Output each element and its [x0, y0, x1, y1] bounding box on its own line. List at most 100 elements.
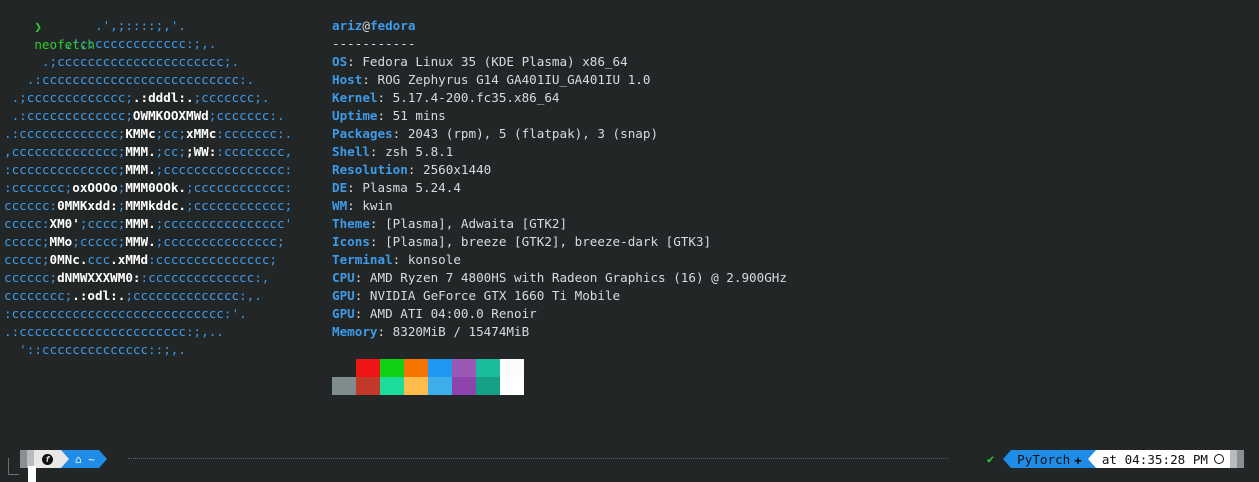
- segment-start-arrow-icon: [1003, 450, 1012, 468]
- color-palette: [332, 359, 524, 395]
- info-value: 5.17.4-200.fc35.x86_64: [392, 90, 560, 105]
- logo-fragment: cccccc:: [4, 198, 58, 213]
- logo-fragment: 0MMKxdd:: [57, 198, 118, 213]
- fedora-icon: f: [42, 453, 53, 465]
- info-row: Kernel: 5.17.4-200.fc35.x86_64: [332, 89, 787, 107]
- info-key-separator: :: [377, 108, 393, 123]
- logo-fragment: ;cccc;: [79, 216, 126, 231]
- hostname: fedora: [369, 18, 416, 33]
- system-info: ariz@fedora ----------- OS: Fedora Linux…: [332, 17, 787, 341]
- logo-fragment: .:cccccccccccccccccccccccccc:.: [4, 72, 255, 87]
- info-key: Host: [332, 72, 363, 87]
- logo-fragment: .;ccccccccccccc;: [4, 90, 133, 105]
- info-key-separator: :: [354, 270, 370, 285]
- info-key: Uptime: [332, 108, 378, 123]
- logo-line: ccccc:XM0';cccc;MMM.;cccccccccccccccc': [4, 215, 292, 233]
- logo-fragment: 0MNc.: [49, 252, 88, 267]
- info-row: OS: Fedora Linux 35 (KDE Plasma) x86_64: [332, 53, 787, 71]
- color-swatch: [500, 359, 524, 377]
- logo-fragment: cccccccc;: [4, 288, 73, 303]
- color-swatch: [404, 377, 428, 395]
- info-key-separator: :: [369, 234, 386, 249]
- logo-fragment: .:ccccccccccccc;: [4, 126, 126, 141]
- logo-fragment: .:odl:.: [72, 288, 126, 303]
- info-key-separator: :: [347, 198, 363, 213]
- info-value: 8320MiB / 15474MiB: [392, 324, 530, 339]
- info-value: AMD ATI 04:00.0 Renoir: [369, 306, 537, 321]
- info-row: Resolution: 2560x1440: [332, 161, 787, 179]
- logo-fragment: '::cccccccccccccc::;,.: [4, 342, 186, 357]
- logo-fragment: .',;::::;,'.: [4, 18, 186, 33]
- powerline-prompt: f ⌂ ~ ✔ PyTorch ✚ at 04:35:28 PM: [0, 450, 1259, 468]
- info-key: Kernel: [332, 90, 378, 105]
- logo-fragment: ;WW:: [186, 144, 217, 159]
- info-row: Icons: [Plasma], breeze [GTK2], breeze-d…: [332, 233, 787, 251]
- logo-fragment: ;ccccccc;.: [193, 90, 270, 105]
- info-row: GPU: NVIDIA GeForce GTX 1660 Ti Mobile: [332, 287, 787, 305]
- logo-fragment: .xMMd: [110, 252, 149, 267]
- user-host-line: ariz@fedora: [332, 17, 787, 35]
- logo-fragment: :cccccccccccccccccccccccccccc:'.: [4, 306, 247, 321]
- info-row: Packages: 2043 (rpm), 5 (flatpak), 3 (sn…: [332, 125, 787, 143]
- logo-line: .:ccccccccccccc;KMMc;cc;xMMc:ccccccc:.: [4, 125, 292, 143]
- info-value: AMD Ryzen 7 4800HS with Radeon Graphics …: [369, 270, 787, 285]
- info-row: Memory: 8320MiB / 15474MiB: [332, 323, 787, 341]
- logo-fragment: XM0': [49, 216, 80, 231]
- info-value: zsh 5.8.1: [385, 144, 454, 159]
- logo-fragment: ;ccccc;: [72, 234, 126, 249]
- conda-env-segment: PyTorch ✚: [1011, 450, 1088, 468]
- logo-line: ccccc;0MNc.ccc.xMMd:ccccccccccccccc;: [4, 251, 292, 269]
- logo-fragment: ;ccccccccccccccc;: [155, 234, 285, 249]
- os-segment: f: [34, 450, 61, 468]
- logo-fragment: :ccccccc;: [4, 180, 73, 195]
- username: ariz: [332, 18, 363, 33]
- info-row: WM: kwin: [332, 197, 787, 215]
- info-key: Icons: [332, 234, 370, 249]
- logo-line: .:ccccccccccccc;OWMKOOXMWd;ccccccc:.: [4, 107, 292, 125]
- separator-line: -----------: [332, 36, 416, 51]
- logo-fragment: ccc: [87, 252, 111, 267]
- info-key-separator: :: [392, 126, 408, 141]
- info-key: WM: [332, 198, 348, 213]
- logo-fragment: cccccc;: [4, 270, 58, 285]
- info-value: 2560x1440: [423, 162, 492, 177]
- info-row: Terminal: konsole: [332, 251, 787, 269]
- time-segment: at 04:35:28 PM: [1095, 450, 1230, 468]
- color-swatch: [476, 377, 500, 395]
- logo-fragment: ,cccccccccccccc;: [4, 144, 126, 159]
- logo-fragment: .:cccccccccccccccccccccc:;,..: [4, 324, 224, 339]
- clock-icon: [1214, 454, 1224, 464]
- logo-line: :cccccccccccccc;MMM.;cccccccccccccccc:: [4, 161, 292, 179]
- logo-fragment: MMM.: [125, 162, 156, 177]
- color-swatch: [452, 377, 476, 395]
- info-key-separator: :: [347, 180, 363, 195]
- logo-fragment: MMW.: [125, 234, 156, 249]
- terminal-window[interactable]: ❯ neofetch .',;::::;,'. .';:cccccccccccc…: [0, 0, 1259, 482]
- info-value: 51 mins: [392, 108, 446, 123]
- logo-fragment: KMMc: [125, 126, 156, 141]
- logo-line: :ccccccc;oxOOOo;MMM0OOk.;cccccccccccc:: [4, 179, 292, 197]
- color-swatch: [380, 377, 404, 395]
- info-value: [Plasma], breeze [GTK2], breeze-dark [GT…: [385, 234, 712, 249]
- logo-fragment: :ccccccccccccccc;: [148, 252, 277, 267]
- info-key-separator: :: [377, 90, 393, 105]
- logo-line: ,cccccccccccccc;MMM.;cc;;WW::cccccccc,: [4, 143, 292, 161]
- logo-fragment: MMM0OOk.: [125, 180, 187, 195]
- logo-fragment: OWMKOOXMWd: [132, 108, 209, 123]
- info-row: Uptime: 51 mins: [332, 107, 787, 125]
- logo-line: .',;::::;,'.: [4, 17, 292, 35]
- text-cursor[interactable]: [28, 466, 36, 482]
- palette-row-normal: [332, 359, 524, 377]
- logo-fragment: ;ccccccc:.: [208, 108, 285, 123]
- color-swatch: [428, 377, 452, 395]
- info-key-separator: :: [347, 54, 363, 69]
- info-key: DE: [332, 180, 348, 195]
- info-value: [Plasma], Adwaita [GTK2]: [385, 216, 568, 231]
- info-key: CPU: [332, 270, 355, 285]
- logo-line: .:cccccccccccccccccccccccccc:.: [4, 71, 292, 89]
- logo-fragment: ;cc;: [155, 126, 187, 141]
- logo-fragment: :ccccccc:.: [216, 126, 293, 141]
- info-row: Host: ROG Zephyrus G14 GA401IU_GA401IU 1…: [332, 71, 787, 89]
- info-value: Plasma 5.24.4: [362, 180, 461, 195]
- logo-line: cccccc;dNMWXXXWM0::cccccccccccccc:,: [4, 269, 292, 287]
